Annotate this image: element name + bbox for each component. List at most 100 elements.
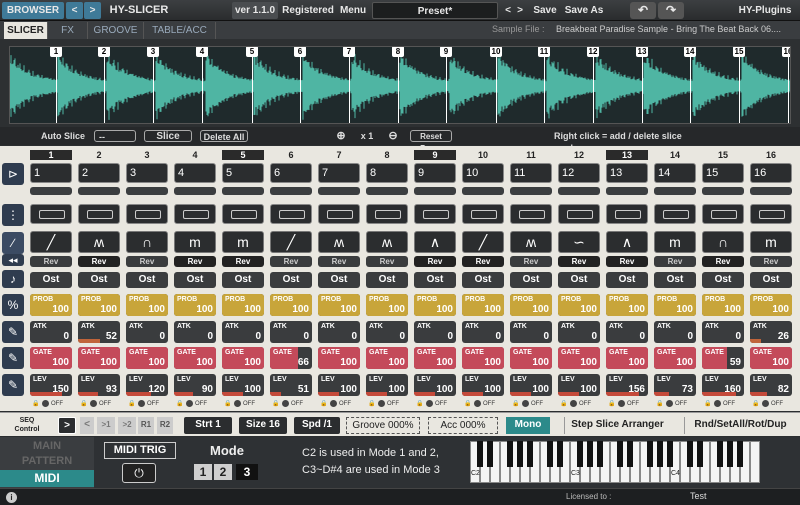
slice-marker[interactable]: 7 — [343, 47, 355, 57]
step-off-toggle[interactable]: OFF — [522, 400, 552, 409]
undo-icon[interactable]: ↶ — [630, 2, 656, 19]
step-off-toggle[interactable]: OFF — [474, 400, 504, 409]
slice-marker[interactable]: 15 — [733, 47, 745, 57]
pitch-box[interactable] — [30, 204, 72, 224]
lev-knob[interactable]: LEV 156 — [606, 374, 648, 396]
pitch-box[interactable] — [222, 204, 264, 224]
envelope-shape[interactable]: m — [222, 231, 264, 253]
lock-icon[interactable]: 🔒 — [128, 400, 136, 409]
gate-knob[interactable]: GATE 100 — [366, 347, 408, 369]
lev-knob[interactable]: LEV 82 — [750, 374, 792, 396]
slice-marker[interactable]: 6 — [294, 47, 306, 57]
atk-knob[interactable]: ATK 0 — [606, 321, 648, 343]
pitch-box[interactable] — [270, 204, 312, 224]
slice-select[interactable]: 3 — [126, 163, 168, 183]
info-icon[interactable]: i — [6, 492, 17, 503]
slice-marker[interactable]: 10 — [490, 47, 502, 57]
lock-icon[interactable]: 🔒 — [704, 400, 712, 409]
step-off-toggle[interactable]: OFF — [138, 400, 168, 409]
rnd-setall-button[interactable]: Rnd/SetAll/Rot/Dup — [684, 417, 796, 434]
atk-knob[interactable]: ATK 52 — [78, 321, 120, 343]
prob-knob[interactable]: PROB 100 — [174, 294, 216, 316]
slice-marker-line[interactable] — [398, 47, 399, 123]
slice-marker-line[interactable] — [593, 47, 594, 123]
lock-icon[interactable]: 🔒 — [656, 400, 664, 409]
atk-knob[interactable]: ATK 0 — [654, 321, 696, 343]
envelope-shape[interactable]: ʍ — [318, 231, 360, 253]
lev-knob[interactable]: LEV 100 — [462, 374, 504, 396]
step-off-toggle[interactable]: OFF — [714, 400, 744, 409]
atk-knob[interactable]: ATK 0 — [414, 321, 456, 343]
gate-knob[interactable]: GATE 100 — [126, 347, 168, 369]
step-off-toggle[interactable]: OFF — [330, 400, 360, 409]
slice-select[interactable]: 5 — [222, 163, 264, 183]
atk-knob[interactable]: ATK 0 — [366, 321, 408, 343]
slice-marker[interactable]: 1 — [50, 47, 62, 57]
pitch-box[interactable] — [606, 204, 648, 224]
step-off-toggle[interactable]: OFF — [426, 400, 456, 409]
piano-black-key[interactable] — [737, 441, 743, 467]
page-midi[interactable]: MIDI — [0, 470, 94, 487]
slice-marker-line[interactable] — [642, 47, 643, 123]
slice-select[interactable]: 16 — [750, 163, 792, 183]
mode-2-button[interactable]: 2 — [214, 464, 232, 480]
slice-marker[interactable]: 8 — [392, 47, 404, 57]
slice-select[interactable]: 2 — [78, 163, 120, 183]
piano-black-key[interactable] — [597, 441, 603, 467]
lock-icon[interactable]: 🔒 — [272, 400, 280, 409]
tab-slicer[interactable]: SLICER — [4, 22, 48, 39]
atk-knob[interactable]: ATK 0 — [318, 321, 360, 343]
auto-slice-select[interactable]: -- — [94, 130, 136, 142]
step-off-toggle[interactable]: OFF — [378, 400, 408, 409]
size-select[interactable]: Size 16 — [239, 417, 287, 434]
lev-knob[interactable]: LEV 51 — [270, 374, 312, 396]
redo-icon[interactable]: ↷ — [658, 2, 684, 19]
step-off-toggle[interactable]: OFF — [234, 400, 264, 409]
atk-knob[interactable]: ATK 0 — [126, 321, 168, 343]
midi-keyboard[interactable]: C2 C3 C4 — [470, 441, 770, 483]
reverse-button[interactable]: Rev — [654, 256, 696, 267]
piano-black-key[interactable] — [577, 441, 583, 467]
envelope-shape[interactable]: m — [174, 231, 216, 253]
ost-button[interactable]: Ost — [654, 272, 696, 288]
atk-knob[interactable]: ATK 0 — [510, 321, 552, 343]
piano-black-key[interactable] — [717, 441, 723, 467]
gate-knob[interactable]: GATE 100 — [414, 347, 456, 369]
speed-select[interactable]: Spd /1 — [294, 417, 340, 434]
envelope-shape[interactable]: ∩ — [702, 231, 744, 253]
piano-black-key[interactable] — [657, 441, 663, 467]
slice-marker[interactable]: 5 — [246, 47, 258, 57]
atk-knob[interactable]: ATK 0 — [702, 321, 744, 343]
slice-select[interactable]: 9 — [414, 163, 456, 183]
preset-prev-button[interactable]: < — [502, 2, 514, 19]
zoom-out-icon[interactable]: ⊖ — [386, 130, 400, 142]
menu-button[interactable]: Menu — [338, 2, 368, 19]
atk-knob[interactable]: ATK 0 — [270, 321, 312, 343]
ost-button[interactable]: Ost — [462, 272, 504, 288]
slice-marker-line[interactable] — [739, 47, 740, 123]
ost-button[interactable]: Ost — [510, 272, 552, 288]
atk-knob[interactable]: ATK 0 — [222, 321, 264, 343]
slice-select[interactable]: 11 — [510, 163, 552, 183]
pitch-box[interactable] — [318, 204, 360, 224]
ost-button[interactable]: Ost — [174, 272, 216, 288]
lock-icon[interactable]: 🔒 — [224, 400, 232, 409]
envelope-shape[interactable]: m — [654, 231, 696, 253]
reverse-button[interactable]: Rev — [270, 256, 312, 267]
gate-knob[interactable]: GATE 100 — [606, 347, 648, 369]
atk-knob[interactable]: ATK 0 — [558, 321, 600, 343]
slice-select[interactable]: 14 — [654, 163, 696, 183]
preset-next-button[interactable]: > — [514, 2, 526, 19]
slice-marker-line[interactable] — [153, 47, 154, 123]
slice-marker[interactable]: 11 — [538, 47, 550, 57]
gate-knob[interactable]: GATE 100 — [750, 347, 792, 369]
slice-select[interactable]: 4 — [174, 163, 216, 183]
ost-button[interactable]: Ost — [750, 272, 792, 288]
slice-marker-line[interactable] — [202, 47, 203, 123]
envelope-shape[interactable]: ∽ — [558, 231, 600, 253]
piano-black-key[interactable] — [547, 441, 553, 467]
version-button[interactable]: ver 1.1.0 — [232, 2, 278, 19]
prob-knob[interactable]: PROB 100 — [510, 294, 552, 316]
piano-black-key[interactable] — [687, 441, 693, 467]
lev-knob[interactable]: LEV 100 — [558, 374, 600, 396]
